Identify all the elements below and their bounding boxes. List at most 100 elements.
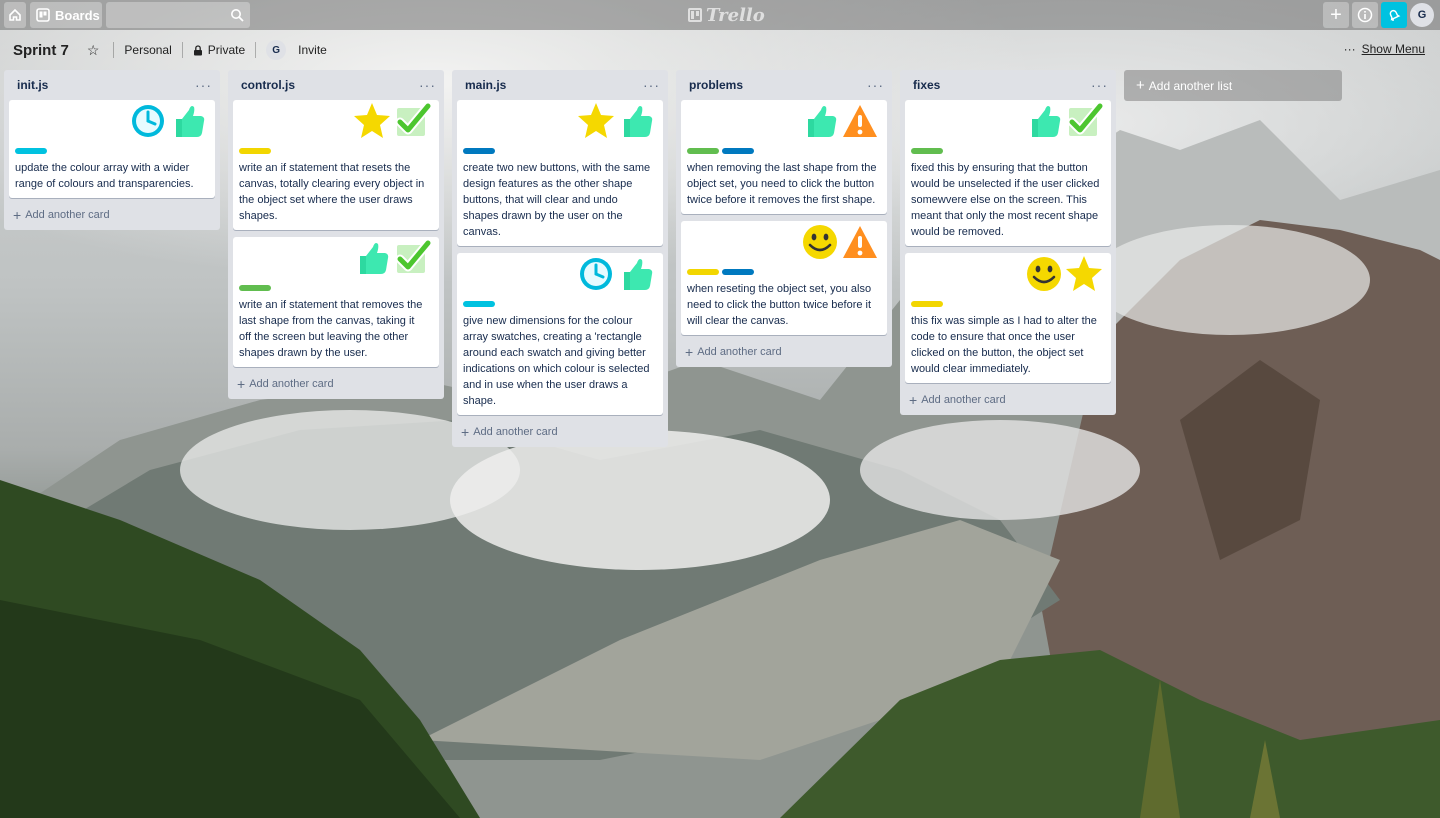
list-menu-icon[interactable]: ···: [867, 77, 884, 93]
list-title[interactable]: fixes: [913, 78, 940, 92]
card-label-cyan[interactable]: [463, 301, 495, 307]
card[interactable]: when reseting the object set, you also n…: [681, 221, 887, 335]
clock-sticker-icon: [127, 100, 169, 142]
notifications-button[interactable]: [1381, 2, 1407, 28]
star-sticker-icon: [1063, 253, 1105, 295]
info-button[interactable]: [1352, 2, 1378, 28]
list-header[interactable]: fixes ···: [900, 70, 1116, 100]
add-card-label: Add another card: [473, 426, 558, 438]
list-menu-icon[interactable]: ···: [643, 77, 660, 93]
card-label-green[interactable]: [911, 148, 943, 154]
trello-logo-icon: [688, 8, 702, 22]
card-labels: [239, 148, 433, 154]
add-list-label: Add another list: [1148, 78, 1233, 93]
home-icon: [9, 8, 21, 21]
star-sticker-icon: [575, 100, 617, 142]
card[interactable]: create two new buttons, with the same de…: [457, 100, 663, 246]
card-label-blue[interactable]: [722, 269, 754, 275]
card-labels: [463, 148, 657, 154]
card[interactable]: write an if statement that removes the l…: [233, 237, 439, 367]
list-header[interactable]: problems ···: [676, 70, 892, 100]
card-title: when removing the last shape from the ob…: [687, 162, 877, 206]
list-fixes: fixes ··· fixed this by ensuring that the …: [900, 70, 1116, 415]
bell-icon: [1389, 10, 1401, 21]
card-stickers: [911, 100, 1105, 148]
list-header[interactable]: control.js ···: [228, 70, 444, 100]
card-label-cyan[interactable]: [15, 148, 47, 154]
add-card-button[interactable]: + Add another card: [900, 387, 1116, 413]
card-list: when removing the last shape from the ob…: [676, 100, 892, 335]
home-button[interactable]: [4, 2, 26, 28]
invite-label: Invite: [298, 43, 327, 57]
card-label-yellow[interactable]: [239, 148, 271, 154]
thumbsup-sticker-icon: [799, 100, 841, 142]
card-label-yellow[interactable]: [911, 301, 943, 307]
card[interactable]: this fix was simple as I had to alter th…: [905, 253, 1111, 383]
create-button[interactable]: +: [1323, 2, 1349, 28]
search-icon[interactable]: [230, 8, 244, 22]
card-label-green[interactable]: [239, 285, 271, 291]
more-icon: ···: [1343, 42, 1356, 56]
trello-logo[interactable]: Trello: [688, 4, 765, 26]
card[interactable]: write an if statement that resets the ca…: [233, 100, 439, 230]
card-stickers: [15, 100, 209, 148]
list-menu-icon[interactable]: ···: [1091, 77, 1108, 93]
card-list: write an if statement that resets the ca…: [228, 100, 444, 367]
add-card-label: Add another card: [921, 394, 1006, 406]
card-label-yellow[interactable]: [687, 269, 719, 275]
list-header[interactable]: main.js ···: [452, 70, 668, 100]
card-stickers: [463, 253, 657, 301]
boards-label: Boards: [55, 7, 100, 23]
show-menu-button[interactable]: ··· Show Menu: [1344, 42, 1425, 56]
smiley-sticker-icon: [799, 221, 841, 263]
card-label-blue[interactable]: [463, 148, 495, 154]
card-stickers: [911, 253, 1105, 301]
invite-button[interactable]: Invite: [298, 43, 327, 57]
card-stickers: [687, 100, 881, 148]
card-stickers: [239, 100, 433, 148]
add-list-button[interactable]: + Add another list: [1124, 70, 1342, 101]
member-avatar[interactable]: G: [266, 40, 287, 60]
thumbsup-sticker-icon: [351, 237, 393, 279]
list-init-js: init.js ··· update the colour array with a…: [4, 70, 220, 230]
thumbsup-sticker-icon: [615, 100, 657, 142]
card-label-green[interactable]: [687, 148, 719, 154]
smiley-sticker-icon: [1023, 253, 1065, 295]
plus-icon: +: [13, 207, 22, 223]
plus-icon: +: [1330, 3, 1342, 26]
card[interactable]: update the colour array with a wider ran…: [9, 100, 215, 198]
add-card-button[interactable]: + Add another card: [676, 339, 892, 365]
search-input[interactable]: [106, 2, 250, 28]
card-label-blue[interactable]: [722, 148, 754, 154]
card-labels: [911, 148, 1105, 154]
list-title[interactable]: init.js: [17, 78, 48, 92]
card-stickers: [463, 100, 657, 148]
plus-icon: +: [461, 424, 470, 440]
visibility-button[interactable]: Private: [193, 43, 245, 57]
top-navigation-bar: Boards Trello + G: [0, 0, 1440, 30]
list-header[interactable]: init.js ···: [4, 70, 220, 100]
user-avatar[interactable]: G: [1410, 3, 1434, 27]
team-button[interactable]: Personal: [124, 43, 171, 57]
list-title[interactable]: main.js: [465, 78, 506, 92]
check-sticker-icon: [1063, 100, 1105, 142]
list-title[interactable]: control.js: [241, 78, 295, 92]
board-title[interactable]: Sprint 7: [13, 42, 69, 59]
card[interactable]: when removing the last shape from the ob…: [681, 100, 887, 214]
card-labels: [911, 301, 1105, 307]
card-list: fixed this by ensuring that the button w…: [900, 100, 1116, 383]
list-title[interactable]: problems: [689, 78, 743, 92]
list-menu-icon[interactable]: ···: [195, 77, 212, 93]
add-card-button[interactable]: + Add another card: [452, 419, 668, 445]
plus-icon: +: [237, 376, 246, 392]
card[interactable]: fixed this by ensuring that the button w…: [905, 100, 1111, 246]
boards-button[interactable]: Boards: [30, 2, 102, 28]
card[interactable]: give new dimensions for the colour array…: [457, 253, 663, 415]
board-header: Sprint 7 ☆ Personal Private G Invite ···…: [0, 32, 1440, 68]
plus-icon: +: [1136, 77, 1145, 94]
card-list: update the colour array with a wider ran…: [4, 100, 220, 198]
add-card-button[interactable]: + Add another card: [4, 202, 220, 228]
list-menu-icon[interactable]: ···: [419, 77, 436, 93]
add-card-button[interactable]: + Add another card: [228, 371, 444, 397]
star-icon[interactable]: ☆: [87, 42, 100, 59]
